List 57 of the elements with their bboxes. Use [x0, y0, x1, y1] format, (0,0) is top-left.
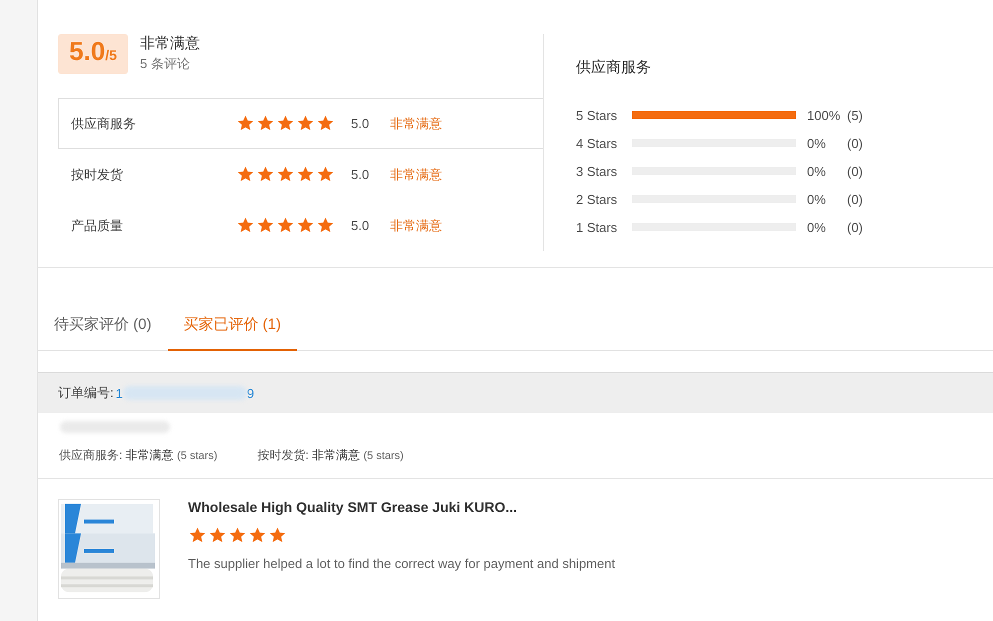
star-level-label: 5 Stars — [576, 108, 618, 122]
star-icon — [236, 165, 255, 184]
star-level-label: 1 Stars — [576, 220, 618, 234]
star-icon — [236, 216, 255, 235]
order-label: 订单编号: — [58, 384, 114, 402]
rating-verdict: 非常满意 — [390, 114, 442, 132]
rating-value: 5.0 — [351, 167, 370, 182]
star-icon — [296, 216, 315, 235]
rating-row[interactable]: 产品质量 5.0 非常满意 — [58, 200, 543, 251]
star-icon — [256, 114, 275, 133]
star-icon — [316, 114, 335, 133]
star-icon — [188, 526, 207, 545]
count-text: (0) — [847, 220, 863, 234]
rating-value: 5.0 — [351, 218, 370, 233]
review-comment: The supplier helped a lot to find the correct way for payment and shipment — [188, 556, 616, 571]
review-count: 5 条评论 — [140, 55, 191, 73]
rating-label: 供应商服务 — [71, 114, 137, 132]
star-icon — [208, 526, 227, 545]
rating-verdict: 非常满意 — [390, 216, 442, 234]
star-level-label: 4 Stars — [576, 136, 618, 150]
rating-verdict: 非常满意 — [390, 166, 442, 184]
score-summary: 按时发货: 非常满意 (5 stars) — [257, 447, 404, 464]
count-text: (0) — [847, 192, 863, 206]
star-level-label: 3 Stars — [576, 164, 618, 178]
product-title[interactable]: Wholesale High Quality SMT Grease Juki KURO... — [188, 499, 616, 515]
rating-row[interactable]: 供应商服务 5.0 非常满意 — [58, 98, 543, 149]
breakdown-title: 供应商服务 — [576, 58, 652, 77]
star-icon — [256, 165, 275, 184]
score-summary: 供应商服务: 非常满意 (5 stars) — [59, 447, 218, 464]
rating-label: 按时发货 — [71, 166, 124, 184]
percent-text: 0% — [807, 164, 827, 178]
percent-text: 0% — [807, 220, 827, 234]
count-text: (0) — [847, 136, 863, 150]
star-icon — [296, 114, 315, 133]
star-icon — [228, 526, 247, 545]
star-icon — [256, 216, 275, 235]
percent-text: 0% — [807, 192, 827, 206]
score-badge: 5.0/5 — [58, 34, 128, 74]
overall-verdict: 非常满意 — [140, 34, 200, 53]
star-icon — [276, 216, 295, 235]
star-icon — [316, 165, 335, 184]
tab[interactable]: 待买家评价 (0) — [38, 300, 168, 351]
rating-row[interactable]: 按时发货 5.0 非常满意 — [58, 149, 543, 200]
star-icon — [296, 165, 315, 184]
star-icon — [276, 165, 295, 184]
star-icon — [268, 526, 287, 545]
star-icon — [276, 114, 295, 133]
star-icon — [236, 114, 255, 133]
star-level-label: 2 Stars — [576, 192, 618, 206]
percent-text: 0% — [807, 136, 827, 150]
count-text: (5) — [847, 108, 863, 122]
percent-text: 100% — [807, 108, 842, 122]
count-text: (0) — [847, 164, 863, 178]
rating-label: 产品质量 — [71, 216, 124, 234]
star-icon — [316, 216, 335, 235]
star-icon — [248, 526, 267, 545]
rating-value: 5.0 — [351, 116, 370, 131]
